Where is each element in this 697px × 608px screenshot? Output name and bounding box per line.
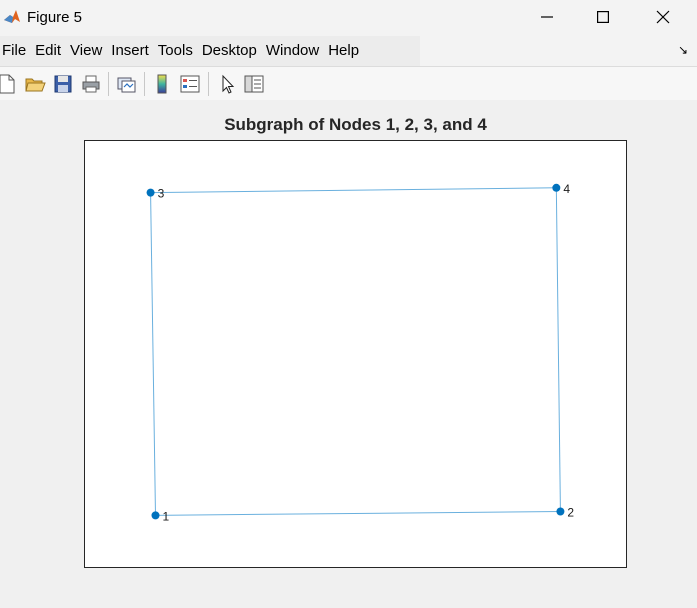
open-file-icon[interactable] — [24, 73, 46, 95]
maximize-icon — [597, 11, 609, 23]
close-icon — [656, 10, 670, 24]
insert-legend-icon[interactable] — [179, 73, 201, 95]
graph-node-3 — [146, 188, 155, 197]
graph-node-4 — [552, 183, 561, 192]
graph-node-2 — [556, 507, 565, 516]
save-icon[interactable] — [52, 73, 74, 95]
plot-title: Subgraph of Nodes 1, 2, 3, and 4 — [224, 115, 487, 134]
node-label-2: 2 — [567, 505, 574, 519]
menu-desktop[interactable]: Desktop — [200, 36, 264, 66]
toolbar-separator — [144, 72, 145, 96]
matlab-logo-icon — [4, 10, 20, 23]
graph-edge-1-2 — [155, 510, 561, 516]
menu-help[interactable]: Help — [326, 36, 366, 66]
graph-node-1 — [151, 511, 160, 520]
maximize-button[interactable] — [580, 0, 626, 34]
graph-plot: 1 2 3 4 — [146, 182, 574, 523]
toolbar-separator — [108, 72, 109, 96]
graph-edge-3-4 — [150, 187, 557, 194]
menu-insert[interactable]: Insert — [109, 36, 156, 66]
new-figure-icon[interactable] — [0, 73, 18, 95]
node-label-4: 4 — [563, 182, 570, 196]
menu-window[interactable]: Window — [264, 36, 326, 66]
window-title: Figure 5 — [27, 9, 83, 26]
insert-colorbar-icon[interactable] — [151, 73, 173, 95]
edit-plot-icon[interactable] — [216, 73, 238, 95]
title-bar: Figure 5 — [0, 0, 697, 36]
node-label-3: 3 — [158, 187, 165, 201]
node-label-1: 1 — [162, 509, 169, 523]
close-button[interactable] — [640, 0, 686, 34]
menu-bar: File Edit View Insert Tools Desktop Wind… — [0, 36, 697, 66]
graph-edge-2-4 — [555, 187, 561, 512]
menu-edit[interactable]: Edit — [33, 36, 68, 66]
menu-file[interactable]: File — [0, 36, 33, 66]
menu-tools[interactable]: Tools — [156, 36, 200, 66]
toolbar-separator — [208, 72, 209, 96]
minimize-button[interactable] — [524, 0, 570, 34]
plot-axes[interactable]: 1 2 3 4 — [84, 140, 627, 568]
print-icon[interactable] — [80, 73, 102, 95]
menu-view[interactable]: View — [68, 36, 109, 66]
link-plot-icon[interactable] — [115, 73, 137, 95]
graph-edge-1-3 — [150, 192, 156, 516]
toolbar — [0, 66, 697, 101]
minimize-icon — [541, 16, 553, 18]
dock-figure-icon[interactable]: ↘ — [678, 43, 688, 57]
property-inspector-icon[interactable] — [243, 73, 265, 95]
